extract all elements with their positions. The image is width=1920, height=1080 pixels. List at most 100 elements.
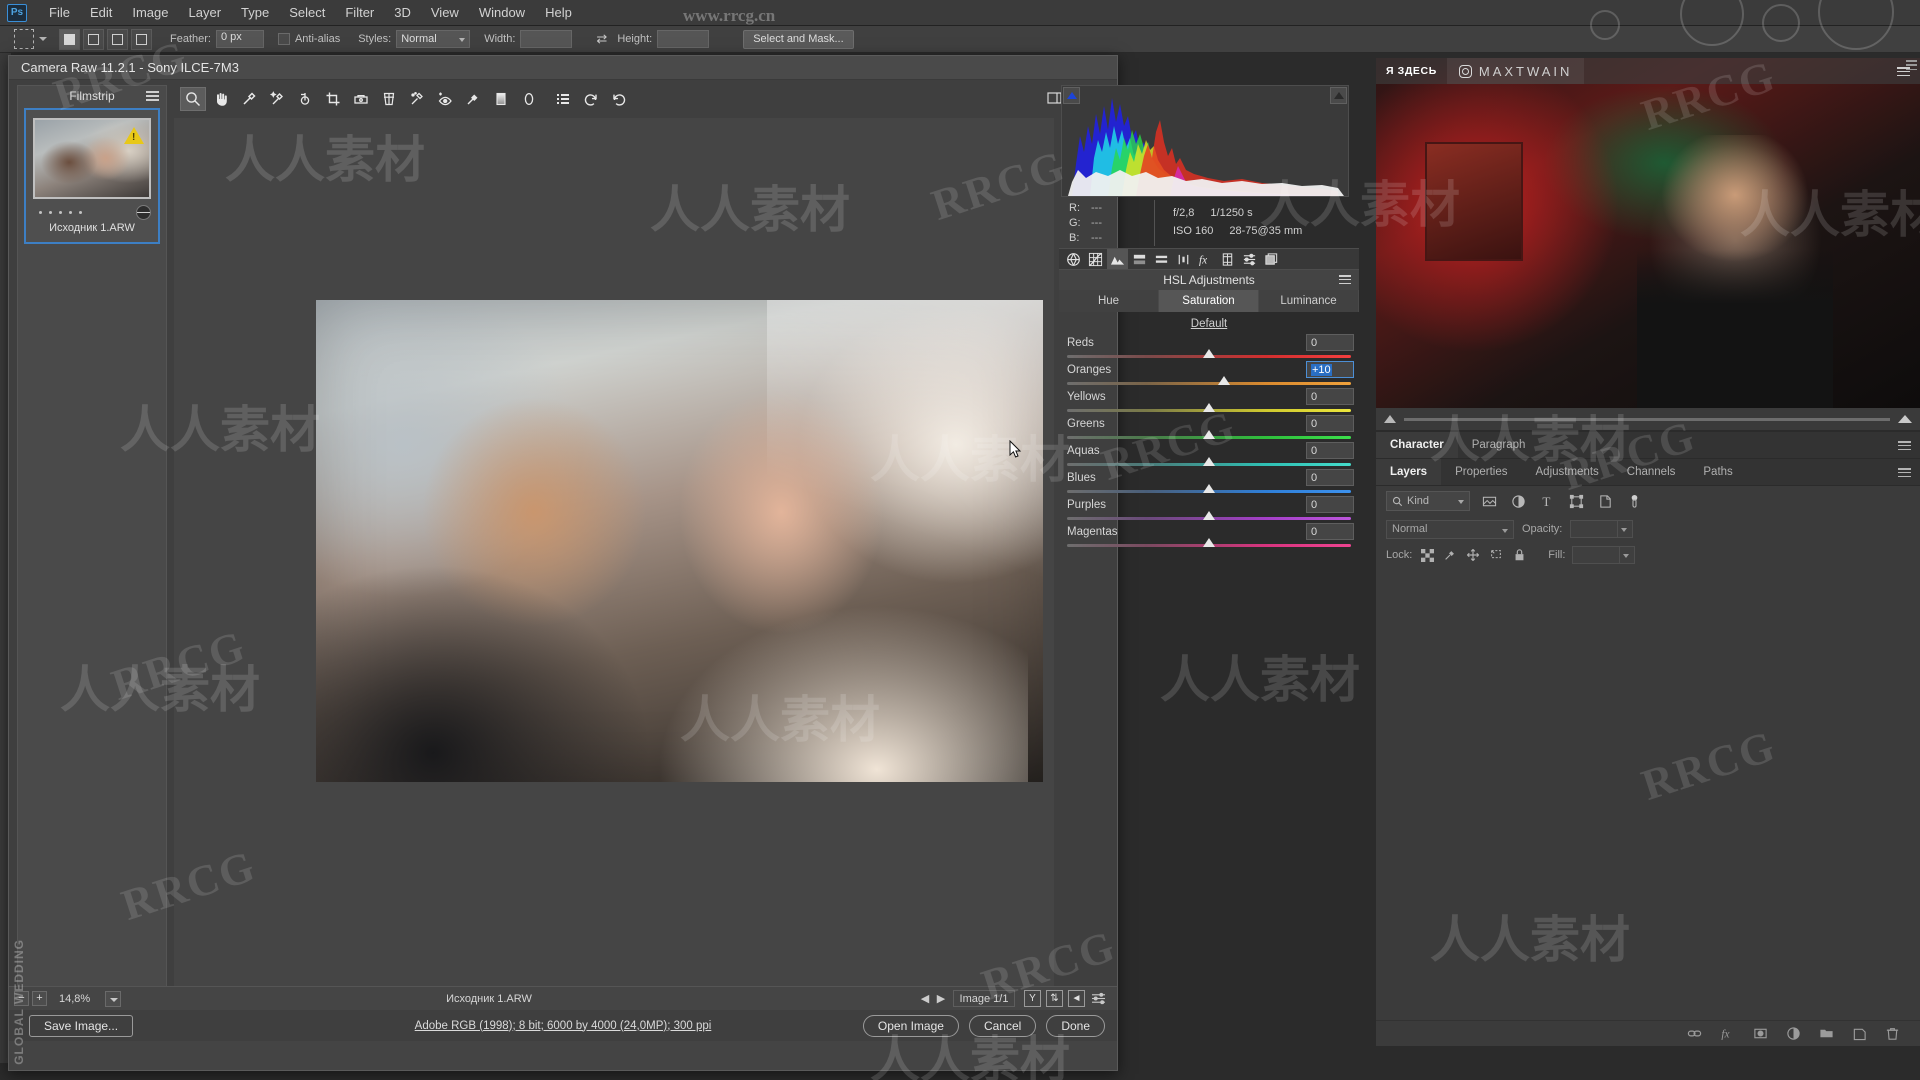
slider-thumb-yellows[interactable] [1203,403,1215,412]
intersect-selection-button[interactable] [131,29,152,50]
menu-file[interactable]: File [39,2,80,23]
lock-artboard-nesting-icon[interactable] [1488,547,1504,563]
menu-edit[interactable]: Edit [80,2,122,23]
slider-value-oranges[interactable]: +10 [1306,361,1354,378]
previous-image-button[interactable]: ◀ [917,991,933,1007]
opacity-chevron-icon[interactable] [1618,520,1633,538]
subtract-from-selection-button[interactable] [107,29,128,50]
presets-list-icon[interactable] [550,87,576,111]
highlight-clipping-warning-icon[interactable] [1330,87,1347,104]
slider-row-purples[interactable]: Purples 0 [1059,496,1359,523]
tab-properties[interactable]: Properties [1441,459,1521,485]
scrubber-handle-left-icon[interactable] [1384,415,1396,423]
slider-row-yellows[interactable]: Yellows 0 [1059,388,1359,415]
character-panel-menu-icon[interactable] [1898,441,1911,450]
layer-styles-icon[interactable]: fx [1719,1026,1735,1042]
slider-row-blues[interactable]: Blues 0 [1059,469,1359,496]
filter-pixel-layers-icon[interactable] [1479,491,1499,511]
layers-panel-menu-icon[interactable] [1898,468,1911,477]
slider-row-reds[interactable]: Reds 0 [1059,334,1359,361]
tool-preset-chevron-icon[interactable] [39,37,47,41]
menu-select[interactable]: Select [279,2,335,23]
delete-layer-icon[interactable] [1884,1026,1900,1042]
tab-split-toning[interactable] [1129,249,1150,269]
tab-channels[interactable]: Channels [1613,459,1690,485]
tab-basic[interactable] [1063,249,1084,269]
swap-dimensions-icon[interactable]: ⇄ [596,31,607,47]
slider-track-oranges[interactable] [1067,382,1351,385]
menu-image[interactable]: Image [122,2,178,23]
select-and-mask-button[interactable]: Select and Mask... [743,30,854,49]
fill-input[interactable] [1572,546,1620,564]
radial-filter-tool-icon[interactable] [516,87,542,111]
slider-value-purples[interactable]: 0 [1306,496,1354,513]
filter-toggle-icon[interactable] [1624,491,1644,511]
white-balance-tool-icon[interactable] [236,87,262,111]
shadow-clipping-warning-icon[interactable] [1063,87,1080,104]
new-selection-button[interactable] [59,29,80,50]
filter-type-layers-icon[interactable]: T [1537,491,1557,511]
slider-value-reds[interactable]: 0 [1306,334,1354,351]
slider-thumb-reds[interactable] [1203,349,1215,358]
slider-value-yellows[interactable]: 0 [1306,388,1354,405]
filmstrip-item[interactable]: Исходник 1.ARW [24,108,160,244]
link-layers-icon[interactable] [1686,1026,1702,1042]
zoom-level-chevron-icon[interactable] [105,991,121,1007]
blend-mode-select[interactable]: Normal [1386,520,1514,539]
targeted-adjustment-tool-icon[interactable] [292,87,318,111]
camera-raw-preview-area[interactable] [174,118,1054,993]
raw-photo-preview[interactable] [316,300,1043,782]
slider-value-aquas[interactable]: 0 [1306,442,1354,459]
menu-3d[interactable]: 3D [384,2,421,23]
tab-camera-calibration[interactable] [1217,249,1238,269]
straighten-tool-icon[interactable] [348,87,374,111]
open-image-button[interactable]: Open Image [863,1015,959,1037]
slider-row-magentas[interactable]: Magentas 0 [1059,523,1359,550]
hsl-tab-luminance[interactable]: Luminance [1259,290,1359,312]
slider-thumb-blues[interactable] [1203,484,1215,493]
scrubber-handle-right-icon[interactable] [1898,415,1912,423]
workflow-options-link[interactable]: Adobe RGB (1998); 8 bit; 6000 by 4000 (2… [415,1020,712,1032]
tab-paths[interactable]: Paths [1689,459,1746,485]
zoom-tool-icon[interactable] [180,87,206,111]
marquee-tool-icon[interactable] [14,29,34,49]
tab-adjustments[interactable]: Adjustments [1522,459,1613,485]
slider-thumb-magentas[interactable] [1203,538,1215,547]
tab-hsl-grayscale[interactable] [1107,249,1128,269]
menu-help[interactable]: Help [535,2,582,23]
slider-row-aquas[interactable]: Aquas 0 [1059,442,1359,469]
cancel-button[interactable]: Cancel [969,1015,1036,1037]
video-overlay-panel[interactable]: я здесь MAXTWAIN [1376,58,1920,408]
layers-list[interactable] [1376,568,1920,988]
video-scrubber[interactable] [1376,408,1920,430]
graduated-filter-tool-icon[interactable] [488,87,514,111]
menu-layer[interactable]: Layer [179,2,232,23]
scrubber-track[interactable] [1404,418,1890,421]
filmstrip-thumbnail[interactable] [33,118,151,199]
add-to-selection-button[interactable] [83,29,104,50]
tab-detail[interactable] [1151,249,1172,269]
slider-value-blues[interactable]: 0 [1306,469,1354,486]
new-group-icon[interactable] [1818,1026,1834,1042]
layer-kind-select[interactable]: Kind [1386,491,1470,511]
add-layer-mask-icon[interactable] [1752,1026,1768,1042]
hand-tool-icon[interactable] [208,87,234,111]
crop-tool-icon[interactable] [320,87,346,111]
tab-character[interactable]: Character [1376,432,1458,458]
filter-smart-objects-icon[interactable] [1595,491,1615,511]
new-layer-icon[interactable] [1851,1026,1867,1042]
zoom-out-button[interactable]: − [14,991,29,1006]
filmstrip-menu-icon[interactable] [146,91,159,101]
width-input[interactable] [520,30,572,48]
slider-thumb-purples[interactable] [1203,511,1215,520]
slider-row-oranges[interactable]: Oranges +10 [1059,361,1359,388]
tab-effects[interactable]: fx [1195,249,1216,269]
slider-row-greens[interactable]: Greens 0 [1059,415,1359,442]
hsl-tab-hue[interactable]: Hue [1059,290,1159,312]
hsl-default-link[interactable]: Default [1059,312,1359,334]
slider-thumb-greens[interactable] [1203,430,1215,439]
antialias-checkbox[interactable] [278,33,290,45]
done-button[interactable]: Done [1046,1015,1105,1037]
rotate-clockwise-icon[interactable] [606,87,632,111]
lock-image-pixels-icon[interactable] [1442,547,1458,563]
